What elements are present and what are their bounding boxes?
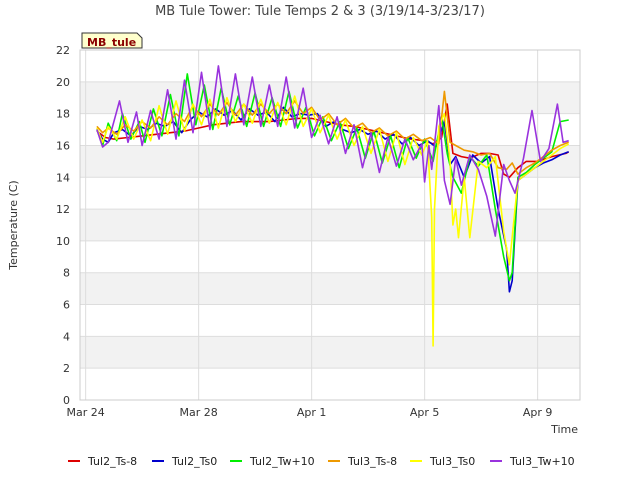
y-tick-label: 22 [56, 44, 70, 57]
legend-item-Tul3_Tw+10[interactable]: Tul3_Tw+10 [490, 455, 575, 468]
plot-band [80, 145, 580, 178]
x-tick-label: Mar 28 [180, 406, 218, 419]
temperature-chart: 0246810121416182022 Mar 24 Mar 28 Apr 1 Apr… [7, 4, 581, 468]
legend-item-Tul2_Ts0[interactable]: Tul2_Ts0 [152, 455, 217, 468]
y-tick-label: 12 [56, 203, 70, 216]
plot-band [80, 81, 580, 114]
y-tick-label: 8 [63, 267, 70, 280]
legend-label: Tul2_Tw+10 [249, 455, 315, 468]
site-badge: MB_tule [81, 32, 143, 49]
legend-item-Tul3_Ts-8[interactable]: Tul3_Ts-8 [328, 455, 397, 468]
plot-band [80, 336, 580, 369]
site-badge-label: MB_tule [87, 36, 136, 49]
y-tick-label: 14 [56, 171, 70, 184]
legend-label: Tul3_Ts0 [429, 455, 475, 468]
x-tick-label: Mar 24 [67, 406, 105, 419]
legend-label: Tul3_Tw+10 [509, 455, 575, 468]
y-tick-label: 16 [56, 139, 70, 152]
x-axis-label: Time [550, 423, 578, 436]
y-tick-label: 4 [63, 330, 70, 343]
y-tick-label: 18 [56, 108, 70, 121]
plot-band [80, 272, 580, 305]
x-tick-label: Apr 9 [523, 406, 553, 419]
y-tick-label: 10 [56, 235, 70, 248]
y-axis-ticks: 0246810121416182022 [56, 44, 70, 407]
y-axis-label: Temperature (C) [7, 180, 20, 270]
legend-item-Tul3_Ts0[interactable]: Tul3_Ts0 [410, 455, 475, 468]
legend-label: Tul2_Ts-8 [87, 455, 137, 468]
x-tick-label: Apr 1 [297, 406, 327, 419]
chart-title: MB Tule Tower: Tule Temps 2 & 3 (3/19/14… [155, 4, 485, 19]
y-tick-label: 20 [56, 76, 70, 89]
legend-item-Tul2_Tw+10[interactable]: Tul2_Tw+10 [230, 455, 315, 468]
x-axis-ticks: Mar 24 Mar 28 Apr 1 Apr 5 Apr 9 [67, 406, 553, 419]
x-tick-label: Apr 5 [410, 406, 440, 419]
y-tick-label: 2 [63, 362, 70, 375]
legend-label: Tul3_Ts-8 [347, 455, 397, 468]
y-tick-label: 6 [63, 299, 70, 312]
legend: Tul2_Ts-8 Tul2_Ts0 Tul2_Tw+10 Tul3_Ts-8 Tul3… [68, 455, 575, 468]
legend-label: Tul2_Ts0 [171, 455, 217, 468]
legend-item-Tul2_Ts-8[interactable]: Tul2_Ts-8 [68, 455, 137, 468]
